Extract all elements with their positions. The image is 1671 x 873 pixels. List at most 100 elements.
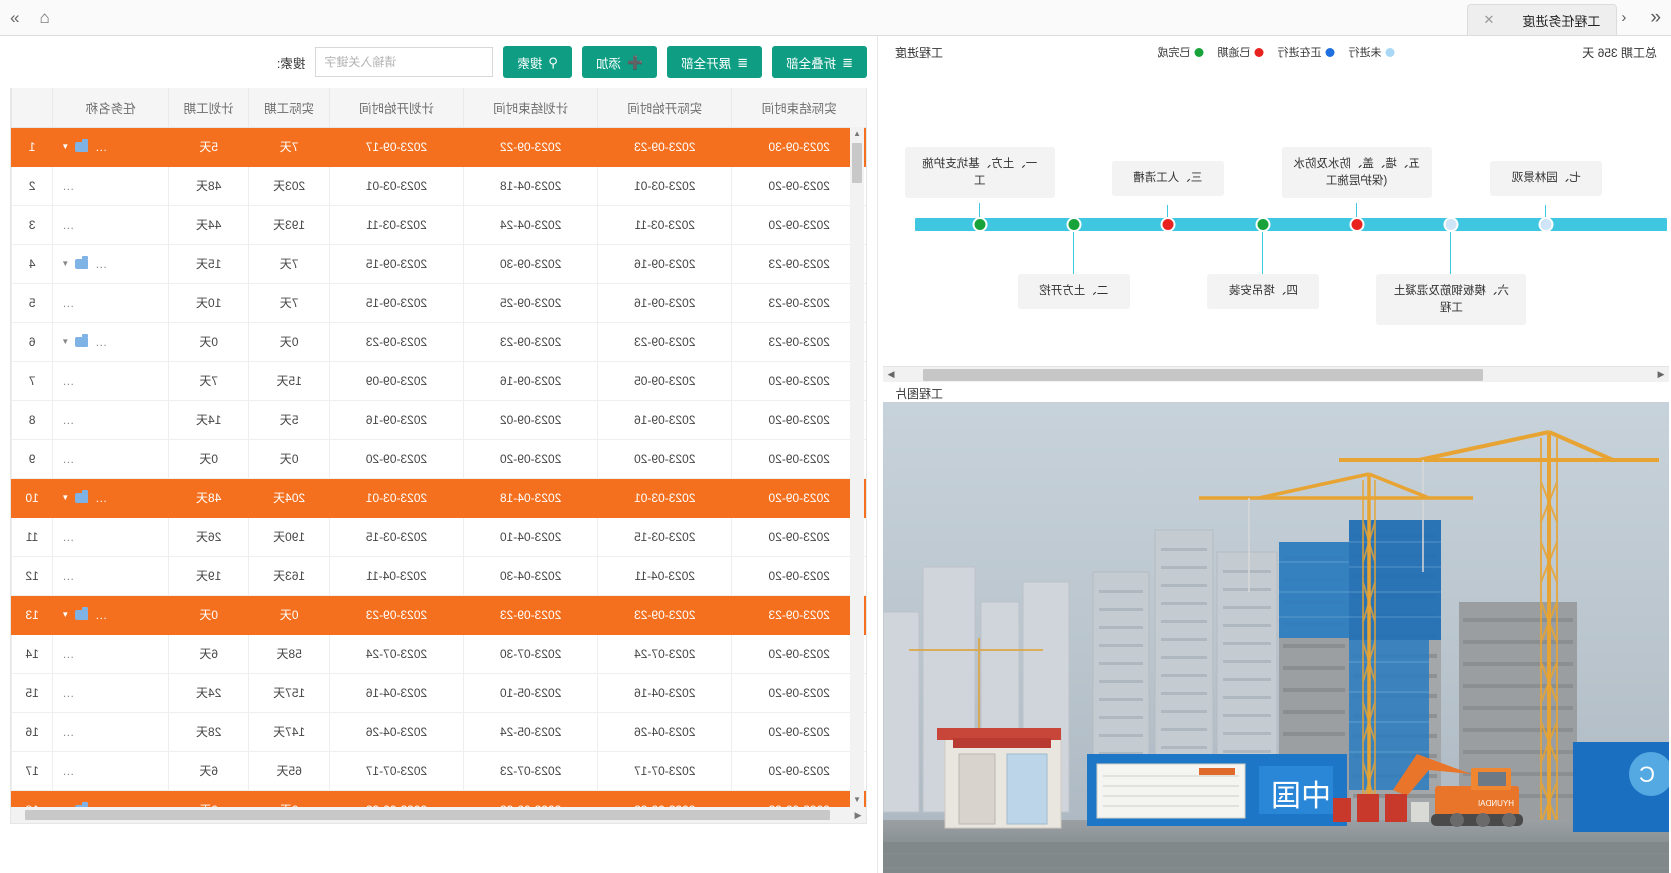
task-name-cell[interactable]: … <box>52 712 169 751</box>
chevron-down-icon[interactable]: ▼ <box>61 610 69 619</box>
table-cell: 0天 <box>248 595 330 634</box>
gantt-node-label[interactable]: 六、模板钢筋及混凝土 工程 <box>1376 274 1527 326</box>
table-column-header[interactable]: 计划结束时间 <box>463 88 598 127</box>
task-name-cell[interactable]: … <box>52 283 169 322</box>
task-name-cell[interactable]: … <box>52 400 169 439</box>
scroll-up-icon[interactable]: ▲ <box>850 127 864 141</box>
home-icon[interactable]: ⌂ <box>39 8 49 27</box>
gantt-timeline[interactable]: 一、土方、基坑支护施工二、土方开挖 三、人工清槽四、塔吊安装 五、墙、盖、防水及防水… <box>881 66 1671 366</box>
table-cell: 2023-04-26 <box>329 712 464 751</box>
scroll-down-icon[interactable]: ▼ <box>850 793 864 807</box>
gantt-scroll-track[interactable] <box>899 368 1653 381</box>
gantt-horizontal-scrollbar[interactable]: ◀ ▶ <box>883 366 1669 382</box>
table-row[interactable]: 2023-09-232023-09-232023-09-232023-09-23… <box>11 595 866 634</box>
table-row[interactable]: 2023-09-20 2023-04-11 2023-04-30 2023-04-11… <box>11 556 866 595</box>
table-column-header[interactable] <box>11 88 53 127</box>
task-name-cell[interactable]: … <box>52 361 169 400</box>
scroll-left-icon[interactable]: ◀ <box>1653 369 1669 380</box>
chevron-down-icon[interactable]: ▼ <box>61 337 69 346</box>
vertical-scroll-thumb[interactable] <box>852 143 862 183</box>
chevron-left-icon[interactable]: ‹ <box>1617 9 1630 26</box>
gantt-node-label[interactable]: 五、墙、盖、防水及防水 (保护层施工 <box>1281 147 1432 199</box>
task-name-cell[interactable]: … <box>52 517 169 556</box>
table-column-header[interactable]: 任务名称 <box>52 88 169 127</box>
table-cell: 5天 <box>168 127 249 166</box>
table-scroll-thumb[interactable] <box>25 810 830 820</box>
table-row[interactable]: 2023-09-20 2023-09-20 2023-09-20 2023-09-20… <box>11 439 866 478</box>
search-button[interactable]: ⚲ 搜索 <box>503 46 572 78</box>
task-name-cell[interactable]: …▼ <box>52 322 169 361</box>
gantt-milestone-node[interactable] <box>1066 217 1082 232</box>
table-row[interactable]: 2023-09-20 2023-04-16 2023-05-10 2023-04-16… <box>11 673 866 712</box>
table-row[interactable]: 2023-09-20 2023-09-05 2023-09-16 2023-09-09… <box>11 361 866 400</box>
table-cell: 7天 <box>248 283 330 322</box>
task-name-cell[interactable]: …▼ <box>52 127 169 166</box>
table-cell: 2023-07-24 <box>329 634 464 673</box>
tab-engineering-progress[interactable]: 工程任务进度 ✕ <box>1467 4 1618 35</box>
double-chevron-left-icon[interactable]: « <box>1646 7 1665 28</box>
task-name-cell[interactable]: … <box>52 205 169 244</box>
gantt-milestone-node[interactable] <box>1255 217 1271 232</box>
table-column-header[interactable]: 计划工期 <box>168 88 249 127</box>
gantt-scroll-thumb[interactable] <box>923 368 1483 381</box>
gantt-milestone-node[interactable] <box>972 217 988 232</box>
scroll-right-icon[interactable]: ▶ <box>883 369 899 380</box>
table-row[interactable]: 2023-09-20 2023-03-11 2023-04-24 2023-03-11… <box>11 205 866 244</box>
table-cell: 2023-09-23 <box>597 322 732 361</box>
table-row[interactable]: 2023-09-20 2023-07-17 2023-07-23 2023-07-17… <box>11 751 866 790</box>
table-row[interactable]: 2023-09-30 2023-09-23 2023-09-22 2023-09-17… <box>11 127 866 166</box>
row-number-cell: 6 <box>11 322 53 361</box>
gantt-node-label[interactable]: 二、土方开挖 <box>1017 274 1130 309</box>
gantt-node-label-line: 工程 <box>1439 301 1463 314</box>
task-name-cell[interactable]: … <box>52 634 169 673</box>
task-name-cell[interactable]: … <box>52 673 169 712</box>
table-cell: 190天 <box>248 517 330 556</box>
search-icon: ⚲ <box>548 54 558 70</box>
table-row[interactable]: 2023-09-20 2023-07-24 2023-07-30 2023-07-24… <box>11 634 866 673</box>
table-row[interactable]: 2023-09-20 2023-03-01 2023-04-18 2023-03-01… <box>11 166 866 205</box>
chevron-down-icon[interactable]: ▼ <box>61 259 69 268</box>
table-cell: 7天 <box>248 244 330 283</box>
table-column-header[interactable]: 实际开始时间 <box>597 88 732 127</box>
gantt-node-label[interactable]: 一、土方、基坑支护施工 <box>904 147 1055 199</box>
table-row[interactable]: 2023-09-23 2023-09-16 2023-09-25 2023-09-15… <box>11 283 866 322</box>
chevron-down-icon[interactable]: ▼ <box>61 493 69 502</box>
chevron-down-icon[interactable]: ▼ <box>61 142 69 151</box>
table-row[interactable]: 2023-09-20 2023-03-01 2023-04-18 2023-03-01… <box>11 478 866 517</box>
search-input[interactable] <box>315 47 494 77</box>
table-scroll-track[interactable] <box>11 810 850 820</box>
task-name-cell[interactable]: … <box>52 439 169 478</box>
table-cell: 2023-09-23 <box>463 322 598 361</box>
table-column-header[interactable]: 计划开始时间 <box>329 88 464 127</box>
task-name-cell[interactable]: …▼ <box>52 595 169 634</box>
gantt-milestone-node[interactable] <box>1538 217 1554 232</box>
table-row[interactable]: 2023-09-23 2023-09-16 2023-09-30 2023-09-15… <box>11 244 866 283</box>
table-row[interactable]: 2023-09-20 2023-04-26 2023-05-24 2023-04-26… <box>11 712 866 751</box>
task-name-cell[interactable]: …▼ <box>52 478 169 517</box>
gantt-node-label[interactable]: 三、人工清槽 <box>1111 161 1224 196</box>
table-row[interactable]: 2023-09-232023-09-232023-09-232023-09-23… <box>11 322 866 361</box>
table-cell: 6天 <box>168 751 249 790</box>
gantt-milestone-node[interactable] <box>1443 217 1459 232</box>
task-name-cell[interactable]: … <box>52 556 169 595</box>
more-chevron-icon[interactable]: » <box>10 8 19 27</box>
gantt-node-label[interactable]: 四、塔吊安装 <box>1207 274 1320 309</box>
task-name-cell[interactable]: … <box>52 751 169 790</box>
gantt-milestone-node[interactable] <box>1160 217 1176 232</box>
table-column-header[interactable]: 实际工期 <box>248 88 330 127</box>
close-icon[interactable]: ✕ <box>1484 12 1495 28</box>
expand-all-button[interactable]: ≣ 展开全部 <box>667 46 763 78</box>
collapse-all-button[interactable]: ≣ 折叠全部 <box>772 46 867 78</box>
task-name-cell[interactable]: … <box>52 166 169 205</box>
gantt-milestone-node[interactable] <box>1349 217 1365 232</box>
add-button[interactable]: ➕ 添加 <box>581 46 658 78</box>
gantt-node-label[interactable]: 七、园林景观 <box>1490 161 1603 196</box>
table-vertical-scrollbar[interactable]: ▲ ▼ <box>850 127 864 807</box>
table-cell: 2023-09-20 <box>731 400 866 439</box>
table-column-header[interactable]: 实际结束时间 <box>731 88 866 127</box>
table-row[interactable]: 2023-09-20 2023-09-16 2023-09-02 2023-09-16… <box>11 400 866 439</box>
task-name-cell[interactable]: …▼ <box>52 244 169 283</box>
table-row[interactable]: 2023-09-20 2023-03-15 2023-04-10 2023-03-15… <box>11 517 866 556</box>
table-horizontal-scrollbar[interactable]: ◀ <box>11 807 866 823</box>
table-scroll-left-icon[interactable]: ◀ <box>850 810 866 821</box>
